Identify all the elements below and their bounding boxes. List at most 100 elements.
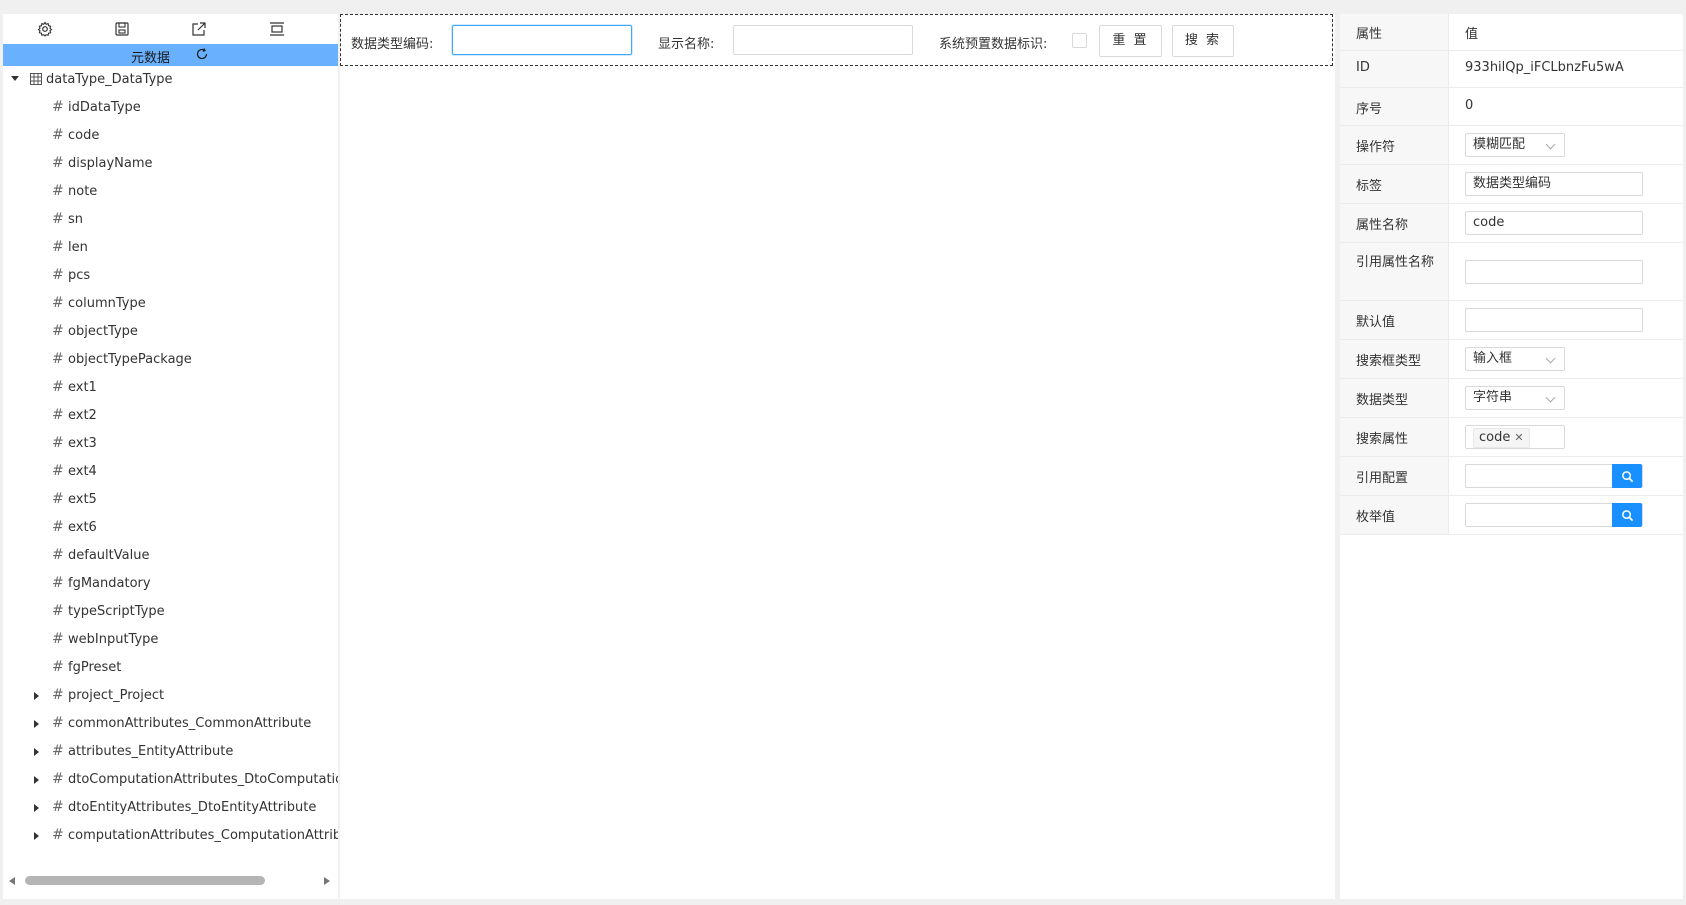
tree-field-item[interactable]: # len — [3, 234, 338, 262]
tree-field-item[interactable]: # typeScriptType — [3, 598, 338, 626]
tree-field-item[interactable]: # defaultValue — [3, 542, 338, 570]
tree-field-item[interactable]: # ext4 — [3, 458, 338, 486]
scroll-thumb[interactable] — [25, 876, 265, 885]
tree-root[interactable]: dataType_DataType — [3, 66, 338, 94]
prop-key: 引用属性名称 — [1356, 255, 1435, 270]
tree-field-item[interactable]: # idDataType — [3, 94, 338, 122]
caret-right-icon[interactable] — [34, 776, 39, 784]
prop-value-cell — [1449, 457, 1683, 495]
field-icon: # — [52, 155, 64, 171]
caret-right-icon[interactable] — [34, 720, 39, 728]
tree-field-label: ext5 — [68, 492, 97, 507]
prop-key: 标签 — [1356, 179, 1383, 194]
horizontal-scrollbar[interactable] — [3, 873, 338, 887]
prop-select-value: 输入框 — [1473, 351, 1513, 366]
display-name-input[interactable] — [733, 25, 913, 55]
scroll-right-icon[interactable] — [324, 877, 330, 885]
field-icon: # — [52, 323, 64, 339]
tree-field-item[interactable]: # columnType — [3, 290, 338, 318]
export-icon[interactable] — [189, 19, 209, 39]
caret-right-icon[interactable] — [34, 692, 39, 700]
prop-select[interactable]: 字符串 — [1465, 386, 1565, 410]
tree-field-item[interactable]: # ext1 — [3, 374, 338, 402]
tree-field-item[interactable]: # sn — [3, 206, 338, 234]
search-icon[interactable] — [1612, 503, 1642, 527]
tree-field-item[interactable]: # objectType — [3, 318, 338, 346]
gear-icon[interactable] — [35, 19, 55, 39]
chevron-down-icon — [1545, 392, 1556, 403]
prop-input[interactable]: code — [1465, 211, 1643, 235]
tree-relation-item[interactable]: # commonAttributes_CommonAttribute — [3, 710, 338, 738]
prop-row-sequence: 序号 0 — [1340, 88, 1683, 126]
prop-key-cell: 默认值 — [1340, 301, 1449, 339]
prop-select[interactable]: 输入框 — [1465, 347, 1565, 371]
tree-field-item[interactable]: # pcs — [3, 262, 338, 290]
prop-value-cell — [1449, 301, 1683, 339]
prop-key: 序号 — [1356, 102, 1383, 117]
tree-field-item[interactable]: # fgMandatory — [3, 570, 338, 598]
field-icon: # — [52, 127, 64, 143]
refresh-icon[interactable] — [195, 47, 209, 61]
prop-lookup-input[interactable] — [1465, 464, 1643, 488]
preset-flag-checkbox[interactable] — [1072, 33, 1087, 48]
prop-key-cell: 序号 — [1340, 88, 1449, 125]
caret-down-icon[interactable] — [11, 76, 19, 81]
field-icon: # — [52, 519, 64, 535]
tree-relation-item[interactable]: # dtoEntityAttributes_DtoEntityAttribute — [3, 794, 338, 822]
tree-relation-item[interactable]: # computationAttributes_ComputationAttrib… — [3, 822, 338, 850]
field-icon: # — [52, 99, 64, 115]
tree-field-item[interactable]: # ext2 — [3, 402, 338, 430]
tree-field-item[interactable]: # fgPreset — [3, 654, 338, 682]
tree-relation-item[interactable]: # project_Project — [3, 682, 338, 710]
table-icon — [30, 73, 42, 85]
prop-key: 枚举值 — [1356, 510, 1396, 525]
tree-field-label: webInputType — [68, 632, 159, 647]
search-icon[interactable] — [1612, 464, 1642, 488]
prop-input[interactable] — [1465, 308, 1643, 332]
save-icon[interactable] — [112, 19, 132, 39]
reset-button[interactable]: 重 置 — [1099, 25, 1162, 57]
tree-field-item[interactable]: # objectTypePackage — [3, 346, 338, 374]
search-button[interactable]: 搜 索 — [1172, 25, 1234, 57]
layout-icon[interactable] — [267, 19, 287, 39]
prop-lookup-input[interactable] — [1465, 503, 1643, 527]
tree-field-label: len — [68, 240, 88, 255]
code-input[interactable] — [452, 25, 632, 55]
tree-field-label: code — [68, 128, 100, 143]
prop-input[interactable] — [1465, 260, 1643, 284]
prop-select[interactable]: 模糊匹配 — [1465, 133, 1565, 157]
prop-value-cell: 数据类型编码 — [1449, 165, 1683, 203]
caret-right-icon[interactable] — [34, 804, 39, 812]
prop-input[interactable]: 数据类型编码 — [1465, 172, 1643, 196]
prop-key: 引用配置 — [1356, 471, 1409, 486]
field-icon: # — [52, 799, 64, 815]
field-icon: # — [52, 547, 64, 563]
tree-field-label: idDataType — [68, 100, 141, 115]
tree-field-item[interactable]: # ext5 — [3, 486, 338, 514]
close-icon[interactable]: ✕ — [1514, 431, 1523, 444]
tree-field-label: objectType — [68, 324, 138, 339]
metadata-title: 元数据 — [131, 51, 171, 66]
prop-key-cell: 属性名称 — [1340, 204, 1449, 242]
scroll-left-icon[interactable] — [9, 877, 15, 885]
field-icon: # — [52, 631, 64, 647]
prop-value-cell: code ✕ — [1449, 418, 1683, 456]
tree-field-label: ext1 — [68, 380, 97, 395]
tree-field-item[interactable]: # displayName — [3, 150, 338, 178]
prop-key: 搜索属性 — [1356, 432, 1409, 447]
tree-field-label: pcs — [68, 268, 91, 283]
prop-key: 数据类型 — [1356, 393, 1409, 408]
prop-row-tag-label: 标签 数据类型编码 — [1340, 165, 1683, 204]
tree-field-item[interactable]: # ext3 — [3, 430, 338, 458]
caret-right-icon[interactable] — [34, 832, 39, 840]
tree-relation-item[interactable]: # attributes_EntityAttribute — [3, 738, 338, 766]
tree-field-item[interactable]: # webInputType — [3, 626, 338, 654]
prop-multiselect[interactable]: code ✕ — [1465, 425, 1565, 449]
tree-field-item[interactable]: # ext6 — [3, 514, 338, 542]
tree-relation-label: computationAttributes_ComputationAttribu — [68, 828, 338, 843]
tree-field-item[interactable]: # code — [3, 122, 338, 150]
caret-right-icon[interactable] — [34, 748, 39, 756]
prop-key: 操作符 — [1356, 140, 1396, 155]
tree-relation-item[interactable]: # dtoComputationAttributes_DtoComputatio — [3, 766, 338, 794]
tree-field-item[interactable]: # note — [3, 178, 338, 206]
